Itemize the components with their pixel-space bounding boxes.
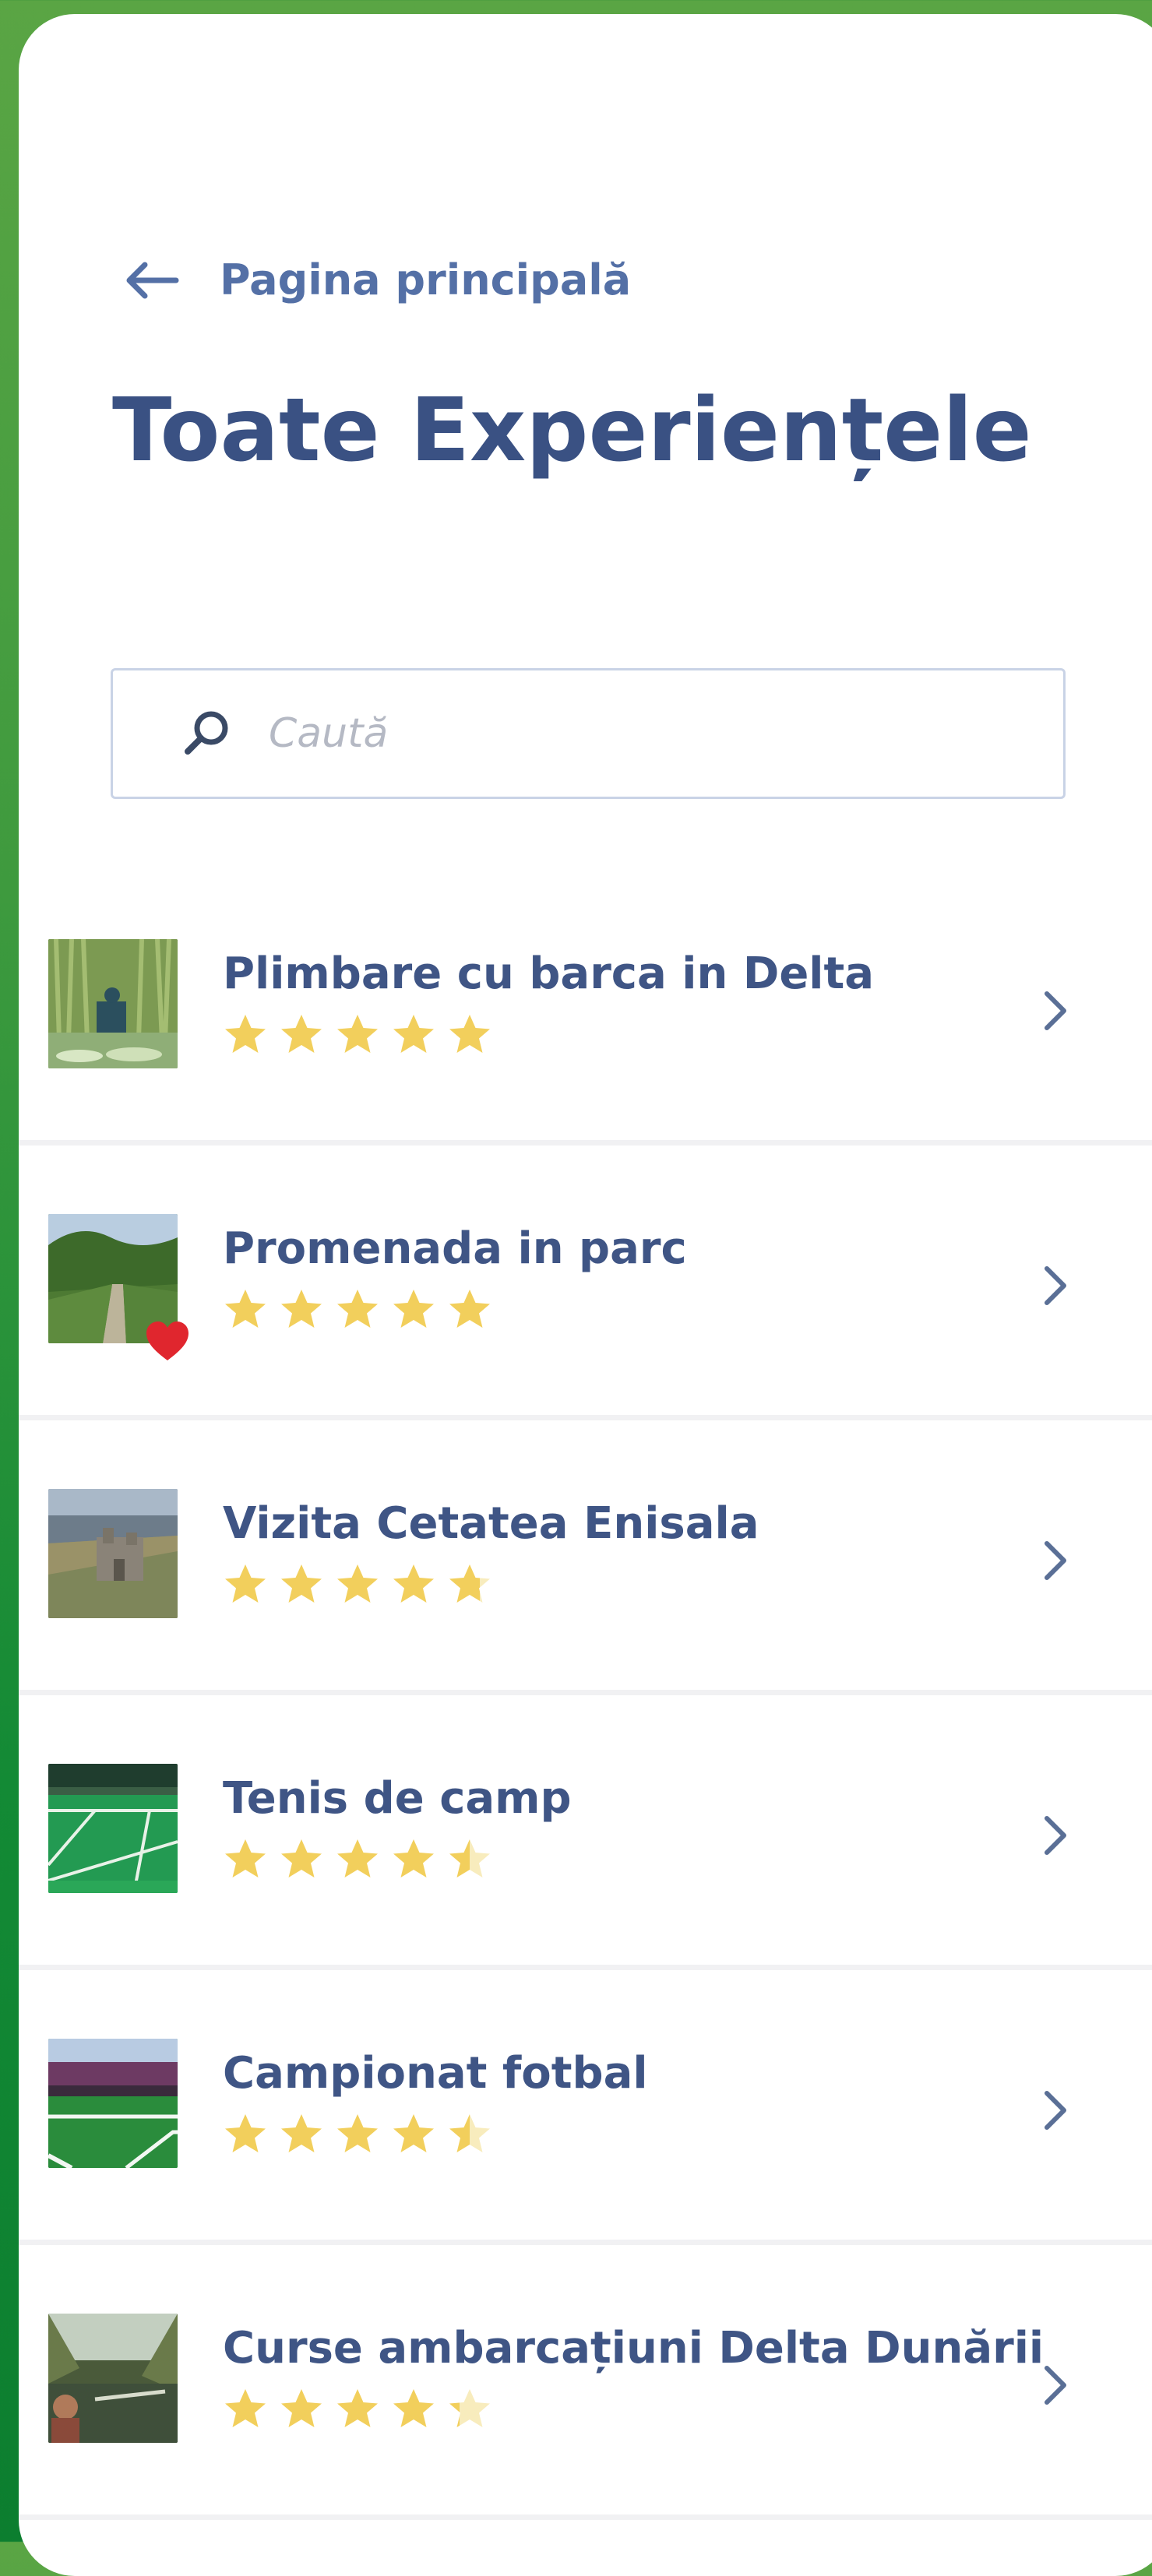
star-icon	[393, 1015, 434, 1053]
star-icon	[225, 1290, 266, 1328]
experience-thumbnail	[48, 2039, 178, 2168]
experience-thumbnail	[48, 939, 178, 1068]
back-link[interactable]: Pagina principală	[120, 255, 631, 304]
experience-title: Vizita Cetatea Enisala	[223, 1498, 759, 1549]
experience-item[interactable]: Vizita Cetatea Enisala	[19, 1420, 1152, 1695]
star-icon	[449, 1015, 490, 1053]
star-icon	[337, 1290, 378, 1328]
star-icon	[393, 2114, 434, 2152]
experience-thumbnail	[48, 1764, 178, 1893]
star-icon	[337, 2389, 378, 2427]
chevron-right-icon	[1045, 1266, 1066, 1305]
star-icon	[449, 1290, 490, 1328]
back-label: Pagina principală	[220, 255, 632, 304]
star-icon	[225, 2114, 266, 2152]
experience-title: Tenis de camp	[223, 1773, 572, 1824]
star-icon	[281, 1839, 322, 1877]
star-icon	[337, 2114, 378, 2152]
phone-screen: Pagina principală Toate Experiențele Pli…	[19, 14, 1152, 2576]
star-icon	[393, 2389, 434, 2427]
star-icon	[281, 1015, 322, 1053]
star-icon	[449, 1564, 490, 1603]
star-icon	[449, 2389, 490, 2427]
star-icon	[393, 1290, 434, 1328]
star-icon	[449, 2114, 490, 2152]
star-icon	[393, 1839, 434, 1877]
star-icon	[225, 1564, 266, 1603]
search-icon	[185, 711, 228, 755]
experience-item[interactable]: Plimbare cu barca in Delta	[19, 871, 1152, 1145]
arrow-left-icon	[126, 262, 179, 298]
experience-title: Promenada in parc	[223, 1223, 687, 1274]
star-icon	[281, 1290, 322, 1328]
experience-item[interactable]: Curse ambarcațiuni Delta Dunării	[19, 2245, 1152, 2520]
rating-stars	[223, 1012, 492, 1057]
experience-thumbnail	[48, 1489, 178, 1618]
star-icon	[393, 1564, 434, 1603]
experience-item[interactable]: Tenis de camp	[19, 1695, 1152, 1970]
rating-stars	[223, 1837, 492, 1882]
star-icon	[449, 1839, 490, 1877]
star-icon	[337, 1015, 378, 1053]
chevron-right-icon	[1045, 2366, 1066, 2405]
search-input[interactable]	[267, 709, 1063, 758]
experience-title: Plimbare cu barca in Delta	[223, 948, 875, 999]
chevron-right-icon	[1045, 991, 1066, 1030]
rating-stars	[223, 1562, 492, 1607]
experience-thumbnail	[48, 2314, 178, 2443]
experience-title: Campionat fotbal	[223, 2048, 648, 2099]
star-icon	[337, 1839, 378, 1877]
rating-stars	[223, 1287, 492, 1332]
search-bar[interactable]	[111, 668, 1066, 799]
experience-item[interactable]: Promenada in parc	[19, 1145, 1152, 1420]
experience-item[interactable]: Campionat fotbal	[19, 1970, 1152, 2245]
experience-list: Plimbare cu barca in Delta Promenada in p…	[19, 871, 1152, 2520]
star-icon	[281, 2389, 322, 2427]
experience-title: Curse ambarcațiuni Delta Dunării	[223, 2323, 1045, 2374]
rating-stars	[223, 2387, 492, 2432]
heart-icon[interactable]	[145, 1320, 190, 1362]
page-title: Toate Experiențele	[112, 380, 1032, 481]
rating-stars	[223, 2112, 492, 2157]
star-icon	[225, 2389, 266, 2427]
star-icon	[281, 2114, 322, 2152]
chevron-right-icon	[1045, 2091, 1066, 2130]
star-icon	[225, 1015, 266, 1053]
star-icon	[281, 1564, 322, 1603]
star-icon	[337, 1564, 378, 1603]
star-icon	[225, 1839, 266, 1877]
chevron-right-icon	[1045, 1816, 1066, 1855]
chevron-right-icon	[1045, 1541, 1066, 1580]
